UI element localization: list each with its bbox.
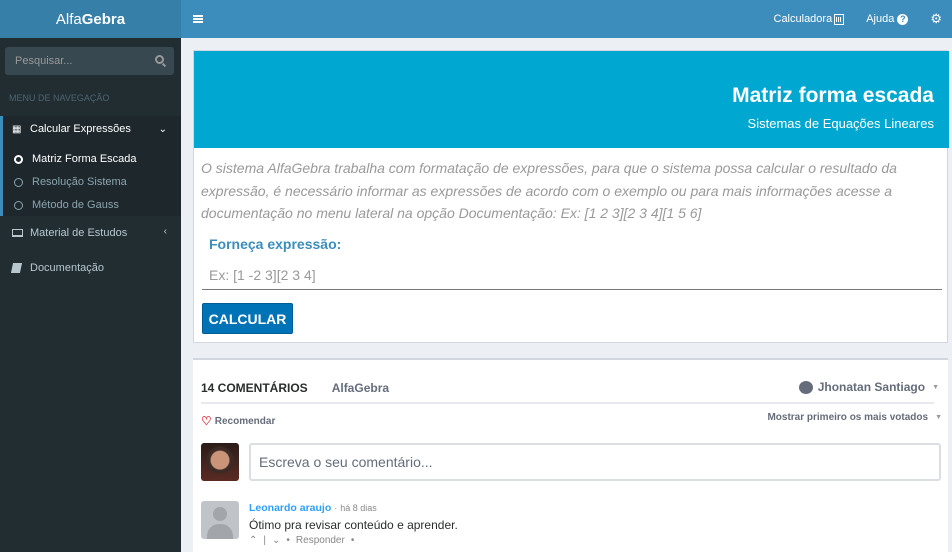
tab-community[interactable]: AlfaGebra <box>332 381 389 404</box>
comment-author[interactable]: Leonardo araujo <box>249 502 331 514</box>
expression-label: Forneça expressão: <box>209 236 342 252</box>
sidebar-subitem-metodo-de-gauss[interactable]: Método de Gauss <box>14 199 119 211</box>
page-title: Matriz forma escada <box>732 84 934 107</box>
calculate-button[interactable]: CALCULAR <box>202 303 293 334</box>
sidebar-subitem-label: Método de Gauss <box>32 199 119 211</box>
question-icon: ? <box>897 13 909 25</box>
sort-dropdown[interactable]: Mostrar primeiro os mais votados ▼ <box>767 412 942 423</box>
user-menu[interactable]: Jhonatan Santiago ▼ <box>798 380 939 394</box>
help-link[interactable]: Ajuda ? <box>866 13 909 25</box>
page-subtitle: Sistemas de Equações Lineares <box>747 116 934 131</box>
comment-date[interactable]: há 8 dias <box>340 503 377 513</box>
calculator-card: Matriz forma escada Sistemas de Equações… <box>193 50 949 343</box>
tabs-divider <box>201 402 934 404</box>
avatar[interactable] <box>201 443 239 481</box>
logo-prefix: Alfa <box>55 10 82 28</box>
app-logo[interactable]: Alfa Gebra <box>0 0 181 38</box>
action-separator: • <box>286 535 290 546</box>
caret-down-icon: ▼ <box>932 383 939 391</box>
vote-separator: | <box>263 535 266 546</box>
sidebar-search[interactable]: Pesquisar... <box>5 47 174 75</box>
sidebar-subitem-label: Matriz Forma Escada <box>32 153 137 165</box>
sort-label: Mostrar primeiro os mais votados <box>767 412 929 423</box>
chevron-left-icon[interactable]: ‹ <box>164 226 167 237</box>
sidebar-subitem-label: Resolução Sistema <box>32 176 127 188</box>
settings-button[interactable]: ⚙ <box>930 11 948 27</box>
comment-date-separator: · <box>334 503 338 513</box>
logo-suffix: Gebra <box>81 10 126 28</box>
menu-toggle-icon[interactable] <box>193 15 203 23</box>
tab-comments[interactable]: 14 COMENTÁRIOS <box>201 381 308 404</box>
comments-section: 14 COMENTÁRIOS AlfaGebra Jhonatan Santia… <box>193 358 948 552</box>
circle-icon <box>14 177 23 187</box>
expression-input[interactable]: Ex: [1 -2 3][2 3 4] <box>202 262 942 290</box>
upvote-icon[interactable]: ⌃ <box>249 535 257 546</box>
comment-text: Ótimo pra revisar conteúdo e aprender. <box>249 518 458 532</box>
instructions-text: O sistema AlfaGebra trabalha com formata… <box>201 160 897 221</box>
top-nav-links: Calculadora Ajuda ? ⚙ <box>774 11 952 27</box>
sidebar-item-documentacao[interactable]: Documentação <box>10 262 104 274</box>
calculator-link-label: Calculadora <box>773 13 833 25</box>
circle-icon <box>14 154 23 164</box>
heart-icon: ♡ <box>201 414 212 428</box>
commenter-avatar[interactable] <box>201 501 239 539</box>
sidebar-subitem-matriz-forma-escada[interactable]: Matriz Forma Escada <box>14 153 137 165</box>
caret-down-icon: ▼ <box>935 414 942 421</box>
laptop-icon <box>12 229 23 237</box>
user-name: Jhonatan Santiago <box>817 380 926 394</box>
sidebar: Pesquisar... MENU DE NAVEGAÇÃO ▦ Calcula… <box>0 38 181 552</box>
reply-button[interactable]: Responder <box>296 535 345 546</box>
sidebar-item-label: Material de Estudos <box>30 227 128 239</box>
sidebar-item-label: Calcular Expressões <box>30 123 131 135</box>
comment-actions: ⌃ | ⌄ • Responder • <box>249 535 360 546</box>
circle-icon <box>14 200 23 210</box>
top-navbar: Calculadora Ajuda ? ⚙ <box>181 0 952 38</box>
nav-header: MENU DE NAVEGAÇÃO <box>9 93 110 103</box>
comment-header: Leonardo araujo · há 8 dias <box>249 502 377 514</box>
chevron-down-icon[interactable]: ⌄ <box>159 124 167 135</box>
calculator-link[interactable]: Calculadora <box>774 13 845 25</box>
downvote-icon[interactable]: ⌄ <box>272 535 280 546</box>
help-link-label: Ajuda <box>866 13 895 25</box>
recommend-button[interactable]: ♡ Recomendar <box>201 414 275 428</box>
user-bubble-icon <box>798 380 813 394</box>
sidebar-subitem-resolucao-sistema[interactable]: Resolução Sistema <box>14 176 127 188</box>
sidebar-item-label: Documentação <box>30 262 104 274</box>
calculator-icon: ▦ <box>12 123 22 135</box>
sidebar-item-calcular-expressoes[interactable]: ▦ Calcular Expressões <box>12 123 131 135</box>
sidebar-item-material-de-estudos[interactable]: Material de Estudos <box>12 227 127 239</box>
comment-input[interactable]: Escreva o seu comentário... <box>249 443 941 481</box>
calculator-icon <box>834 13 845 25</box>
search-input[interactable]: Pesquisar... <box>15 55 72 67</box>
recommend-label: Recomendar <box>214 415 276 427</box>
book-icon <box>10 263 23 273</box>
comments-tabs: 14 COMENTÁRIOS AlfaGebra <box>201 381 389 404</box>
search-icon[interactable] <box>155 55 164 64</box>
share-separator: • <box>350 535 355 546</box>
cogs-icon: ⚙ <box>930 11 942 26</box>
page-banner: Matriz forma escada Sistemas de Equações… <box>194 51 949 148</box>
